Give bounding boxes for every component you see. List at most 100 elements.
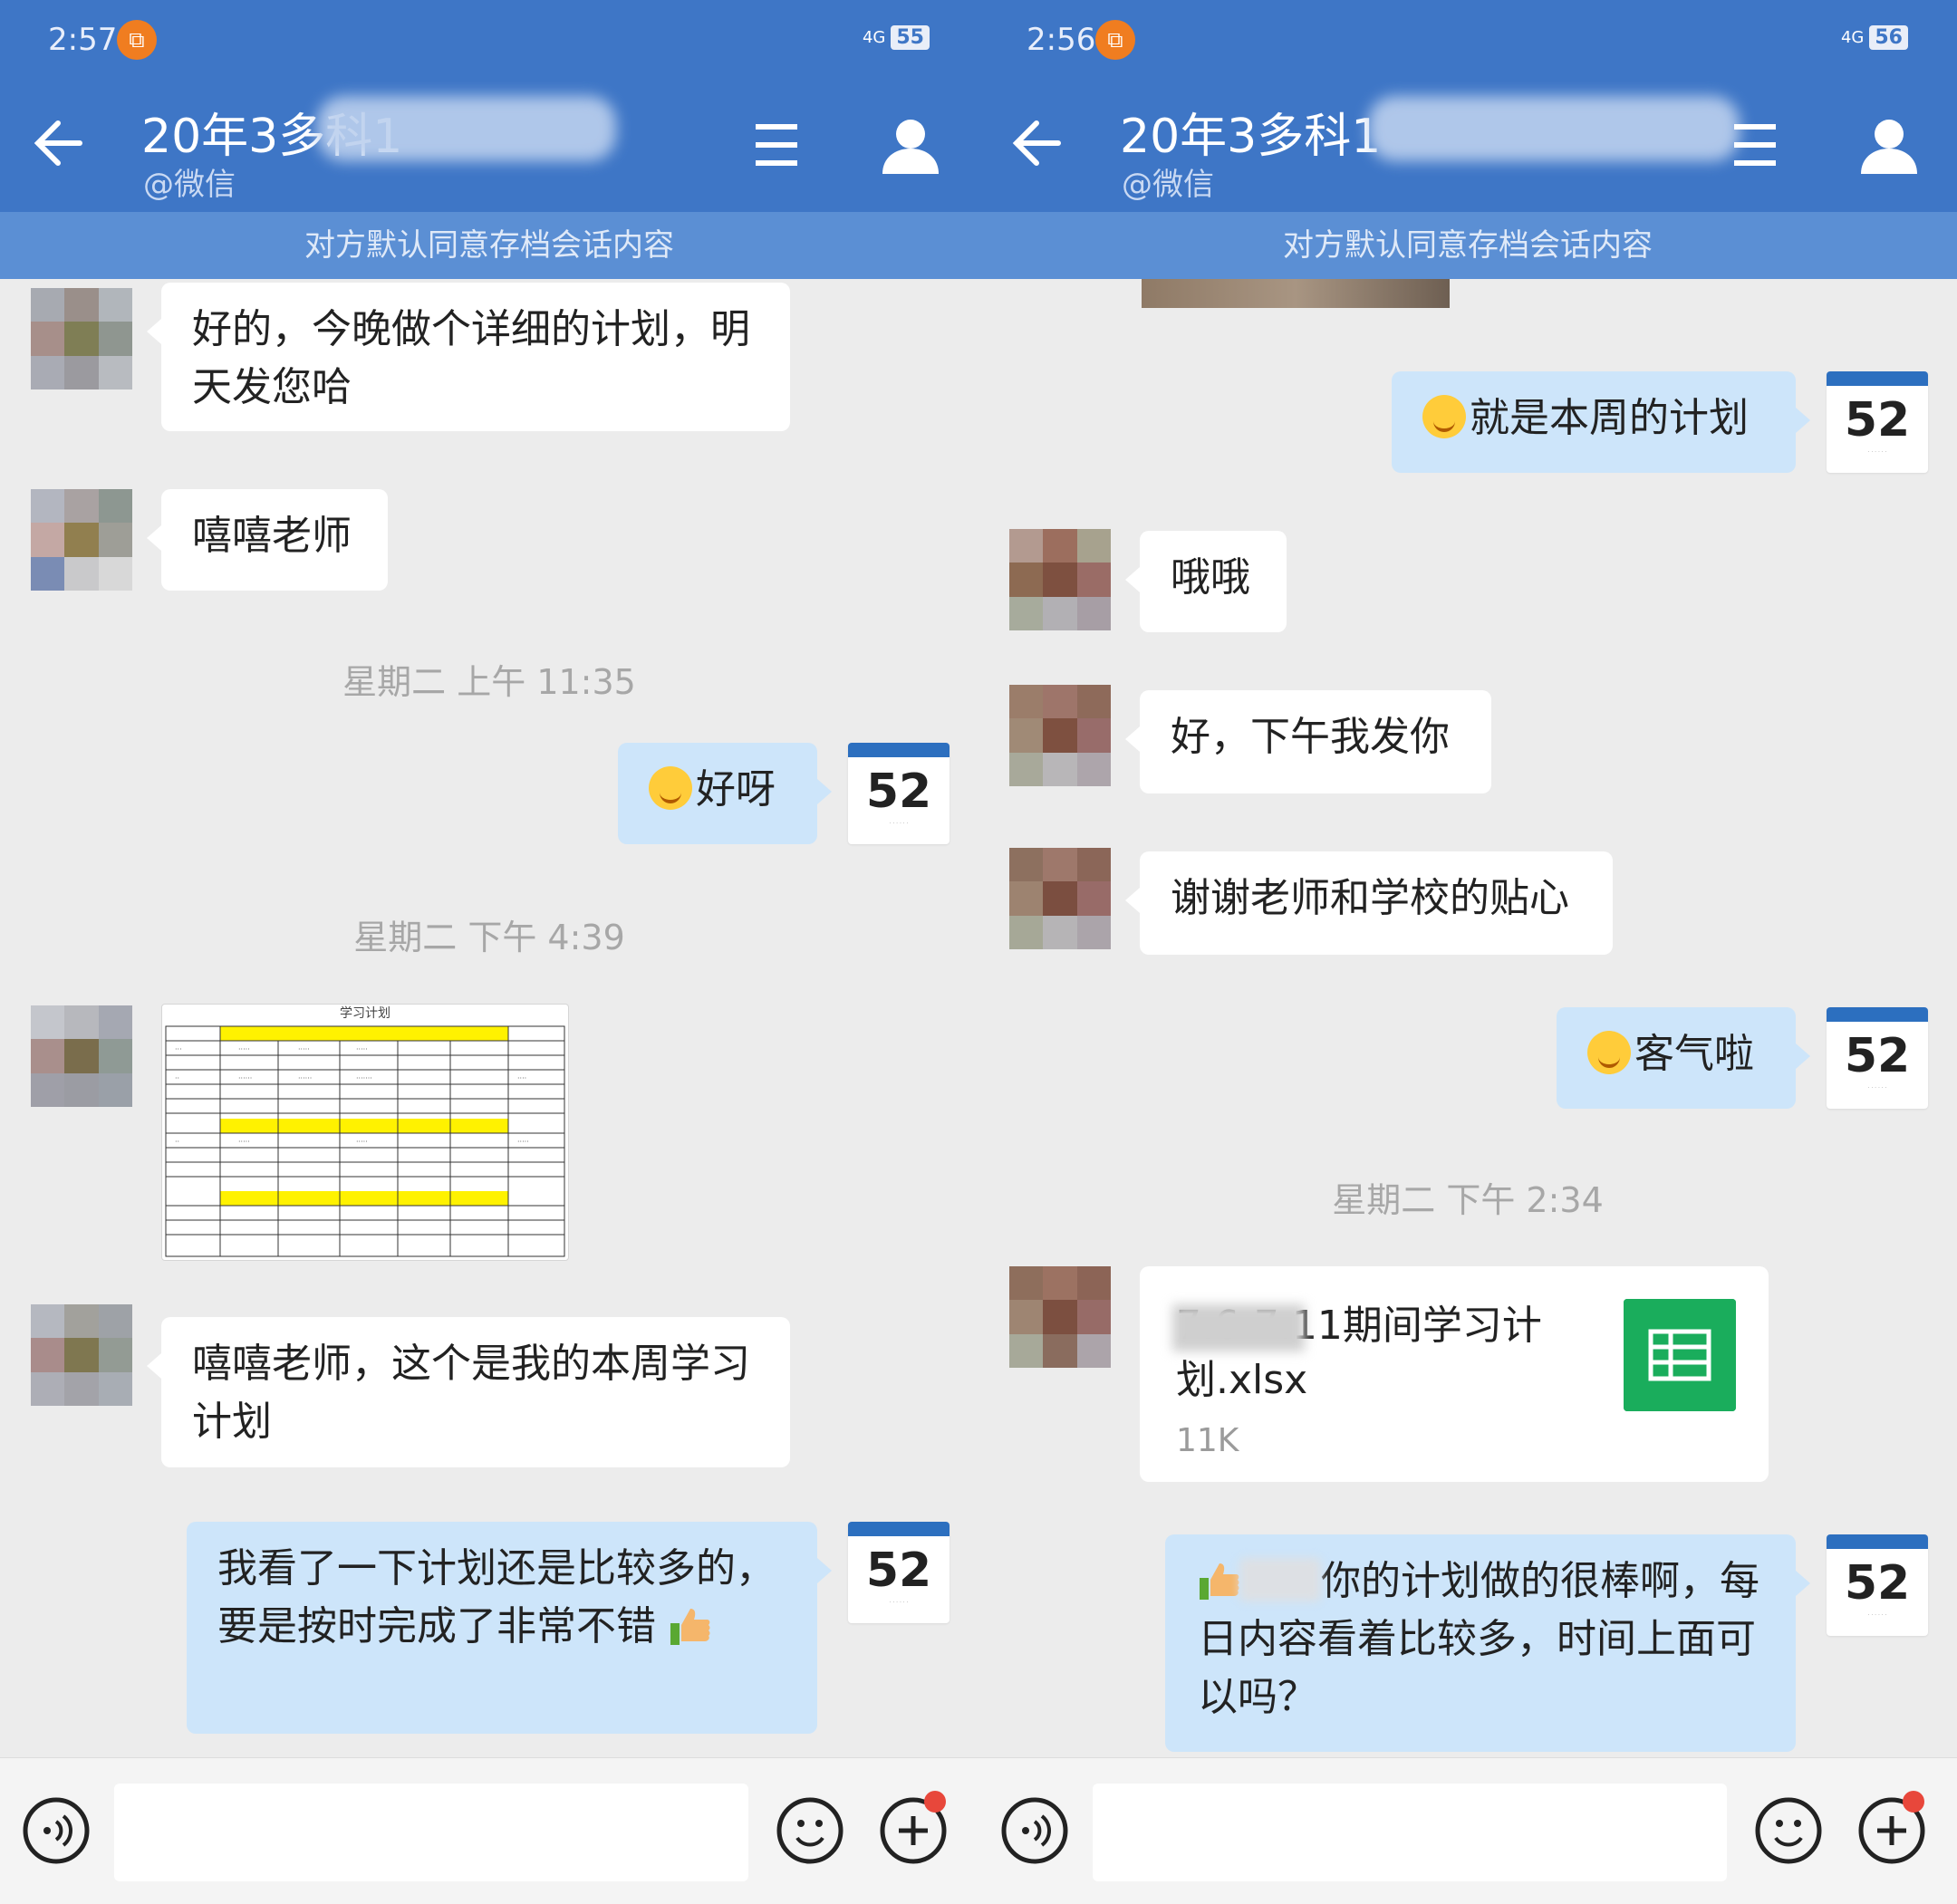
incoming-message[interactable]: 哦哦 (1125, 531, 1287, 632)
voice-icon[interactable] (22, 1796, 91, 1865)
calendar-footer: · · · · · · (889, 1600, 909, 1606)
voice-icon[interactable] (1000, 1796, 1069, 1865)
status-indicators: 4G 56 (1841, 24, 1908, 50)
status-indicators: 4G 55 (863, 24, 930, 50)
input-bar (0, 1757, 978, 1904)
menu-icon[interactable] (754, 123, 799, 167)
my-avatar-calendar[interactable]: 52 · · · · · · (1827, 1007, 1928, 1109)
battery-icon: 55 (891, 24, 930, 50)
contact-avatar[interactable] (1009, 685, 1111, 786)
signal-icon: 4G (1840, 27, 1865, 47)
message-text: 就是本周的计划 (1470, 395, 1749, 441)
contact-avatar[interactable] (31, 489, 132, 591)
incoming-message[interactable]: 嘻嘻老师，这个是我的本周学习计划 (147, 1317, 790, 1467)
thumbs-up-icon (1200, 1563, 1239, 1600)
my-avatar-calendar[interactable]: 52 · · · · · · (848, 1522, 950, 1623)
notification-icon: ⧉ (117, 20, 157, 60)
message-text: 客气啦 (1634, 1031, 1754, 1077)
redacted-area (1172, 1304, 1305, 1351)
calendar-header (848, 1522, 950, 1536)
message-timestamp: 星期二 下午 2:34 (1332, 1180, 1604, 1220)
notification-dot (924, 1791, 946, 1813)
message-input[interactable] (114, 1784, 748, 1881)
message-timestamp: 星期二 下午 4:39 (353, 918, 625, 957)
contact-avatar[interactable] (31, 288, 132, 389)
grin-emoji-icon (1422, 395, 1466, 438)
redacted-area (1368, 96, 1740, 161)
menu-icon[interactable] (1732, 123, 1778, 167)
svg-text:·····: ····· (238, 1045, 250, 1053)
user-icon[interactable] (1859, 118, 1919, 174)
svg-text:·····: ····· (356, 1045, 368, 1053)
svg-text:·······: ······· (356, 1074, 372, 1082)
my-avatar-calendar[interactable]: 52 · · · · · · (848, 743, 950, 844)
outgoing-message[interactable]: 我看了一下计划还是比较多的，要是按时完成了非常不错 (187, 1522, 832, 1734)
calendar-header (1827, 1007, 1928, 1022)
conversation-subtitle: @微信 (1122, 167, 1214, 203)
conversation-subtitle: @微信 (143, 167, 236, 203)
svg-text:·····: ····· (238, 1138, 250, 1146)
svg-text:······: ······ (298, 1074, 312, 1082)
emoji-icon[interactable] (1754, 1796, 1823, 1865)
outgoing-message[interactable]: 客气啦 (1557, 1007, 1810, 1109)
svg-text:·····: ····· (517, 1138, 529, 1146)
svg-text:·····: ····· (298, 1045, 310, 1053)
svg-text:·····: ····· (356, 1138, 368, 1146)
calendar-number: 52 (865, 1543, 932, 1598)
calendar-footer: · · · · · · (1867, 1085, 1887, 1091)
input-bar (978, 1757, 1957, 1904)
conversation-title: 20年3多科1 (1120, 110, 1382, 164)
chat-screen-right: 2:56 ⧉ 4G 56 20年3多科1 @微信 对方默认同意存档会话内容 就是本… (978, 0, 1957, 1904)
incoming-message[interactable]: 好的，今晚做个详细的计划，明天发您哈 (147, 283, 790, 431)
my-avatar-calendar[interactable]: 52 · · · · · · (1827, 1534, 1928, 1636)
top-bar: 2:57 ⧉ 4G 55 20年3多科1 @微信 (0, 0, 978, 212)
image-message-partial[interactable] (1142, 279, 1450, 308)
svg-text:··: ·· (175, 1074, 179, 1082)
thumbs-up-icon (670, 1609, 710, 1645)
contact-avatar[interactable] (1009, 1266, 1111, 1368)
archive-notice: 对方默认同意存档会话内容 (978, 212, 1957, 279)
my-avatar-calendar[interactable]: 52 · · · · · · (1827, 371, 1928, 473)
chat-screen-left: 2:57 ⧉ 4G 55 20年3多科1 @微信 对方默认同意存档会话内容 好的，… (0, 0, 978, 1904)
calendar-footer: · · · · · · (1867, 449, 1887, 456)
spreadsheet-image[interactable]: 学习计划 ··· ····· ····· ····· ·· ······ ······ ··… (161, 1004, 569, 1261)
sheet-title: 学习计划 (340, 1006, 390, 1021)
message-input[interactable] (1093, 1784, 1727, 1881)
status-time: 2:57 (48, 22, 118, 58)
smile-emoji-icon (1587, 1031, 1631, 1074)
calendar-number: 52 (1844, 1029, 1911, 1083)
outgoing-message[interactable]: 就是本周的计划 (1392, 371, 1810, 473)
incoming-message[interactable]: 嘻嘻老师 (147, 489, 388, 591)
top-bar: 2:56 ⧉ 4G 56 20年3多科1 @微信 (978, 0, 1957, 212)
file-attachment[interactable]: 7.6-7.11期间学习计划.xlsx 11K (1140, 1266, 1769, 1482)
message-timestamp: 星期二 上午 11:35 (342, 662, 636, 702)
svg-text:····: ···· (517, 1074, 526, 1082)
svg-text:······: ······ (238, 1074, 252, 1082)
battery-icon: 56 (1869, 24, 1908, 50)
incoming-message[interactable]: 好，下午我发你 (1125, 690, 1491, 793)
spreadsheet-icon (1624, 1299, 1736, 1411)
calendar-number: 52 (1844, 393, 1911, 447)
incoming-message[interactable]: 谢谢老师和学校的贴心 (1125, 851, 1613, 955)
sheet-grid: ··· ····· ····· ····· ·· ······ ······ ·······… (165, 1025, 565, 1257)
emoji-icon[interactable] (776, 1796, 844, 1865)
archive-notice: 对方默认同意存档会话内容 (0, 212, 978, 279)
contact-avatar[interactable] (31, 1005, 132, 1107)
svg-text:··: ·· (175, 1138, 179, 1146)
back-arrow-icon[interactable] (33, 116, 85, 170)
back-arrow-icon[interactable] (1011, 116, 1064, 170)
redacted-area (317, 96, 616, 161)
user-icon[interactable] (881, 118, 940, 174)
status-time: 2:56 (1027, 22, 1096, 58)
outgoing-message[interactable]: 好呀 (618, 743, 832, 844)
contact-avatar[interactable] (1009, 848, 1111, 949)
notification-icon: ⧉ (1095, 20, 1135, 60)
contact-avatar[interactable] (31, 1304, 132, 1406)
message-text: 好呀 (696, 766, 776, 813)
signal-icon: 4G (862, 27, 886, 47)
svg-text:···: ··· (175, 1045, 182, 1053)
outgoing-message[interactable]: 你的计划做的很棒啊，每日内容看着比较多，时间上面可以吗？ (1165, 1534, 1810, 1752)
calendar-header (1827, 371, 1928, 386)
contact-avatar[interactable] (1009, 529, 1111, 630)
redacted-area (1239, 1558, 1321, 1601)
